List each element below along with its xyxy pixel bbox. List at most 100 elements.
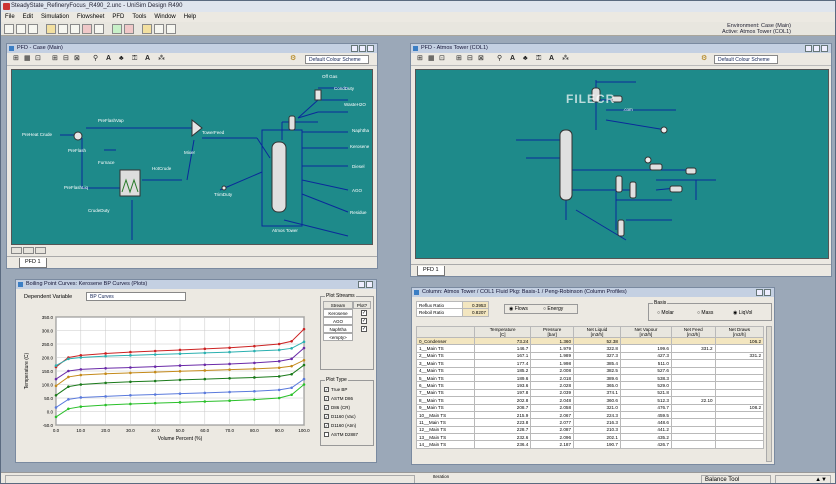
profile-value-cell[interactable] [619, 336, 672, 346]
stream-kerosene-checkbox[interactable]: ✓ [361, 310, 367, 316]
profile-value-cell[interactable] [714, 366, 765, 375]
profile-value-cell[interactable]: 215.9 [473, 410, 532, 420]
profile-value-cell[interactable] [714, 396, 765, 405]
condenser-drum[interactable] [288, 115, 296, 131]
profile-value-cell[interactable] [670, 418, 716, 427]
profile-value-cell[interactable]: 321.0 [573, 403, 621, 412]
profile-value-cell[interactable]: 216.3 [573, 418, 621, 427]
balance-tool[interactable]: Balance Tool [701, 475, 771, 483]
profile-value-cell[interactable]: 210.3 [573, 425, 621, 435]
zoom-all-icon[interactable]: ⊠ [478, 55, 484, 63]
layout-icon[interactable]: ⁂ [158, 55, 165, 63]
reboil-ratio-value[interactable]: 0.8207 [462, 308, 489, 317]
profile-value-cell[interactable]: 529.0 [619, 381, 672, 390]
close-button[interactable] [366, 281, 373, 288]
profile-value-cell[interactable] [670, 410, 716, 420]
profile-row[interactable]: 9__Main TS 208.7 2.058 321.0 476.7 108.2 [416, 403, 765, 412]
profile-value-cell[interactable]: 2.039 [530, 388, 574, 398]
profile-value-cell[interactable]: 224.3 [573, 410, 621, 420]
preflash-vessel[interactable] [73, 131, 83, 141]
dependent-variable-select[interactable]: BP Curves [86, 292, 186, 301]
profile-value-cell[interactable]: 177.4 [473, 359, 532, 368]
attach-mode-icon[interactable]: ⚿ [536, 55, 541, 63]
profile-value-cell[interactable]: 208.7 [473, 403, 532, 412]
layout-icon[interactable]: ⁂ [562, 55, 569, 63]
profile-value-cell[interactable]: 193.6 [473, 381, 532, 390]
menu-simulation[interactable]: Simulation [37, 12, 73, 22]
solver-active-icon[interactable] [112, 24, 122, 34]
solver-hold-icon[interactable] [124, 24, 134, 34]
stream-ago[interactable]: AGO [323, 317, 353, 325]
profile-value-cell[interactable]: 2.058 [530, 403, 574, 412]
close-button[interactable] [367, 45, 374, 52]
close-button[interactable] [764, 289, 771, 296]
stream-naphtha-checkbox[interactable]: ✓ [361, 326, 367, 332]
maximize-button[interactable] [358, 281, 365, 288]
atmos-tower-column[interactable] [271, 141, 287, 213]
pump-around-cooler[interactable] [649, 163, 663, 171]
profile-value-cell[interactable] [714, 344, 765, 353]
menu-pfd[interactable]: PFD [108, 12, 128, 22]
size-icon[interactable]: ▦ [428, 55, 435, 63]
close-button[interactable] [821, 45, 828, 52]
profile-value-cell[interactable] [670, 373, 716, 383]
profile-value-cell[interactable]: 108.2 [714, 403, 765, 412]
profile-value-cell[interactable]: 1.979 [530, 344, 574, 353]
basis-liqvol-radio[interactable]: ◉ LiqVol [733, 310, 752, 316]
magnify-icon[interactable]: ⚲ [93, 55, 98, 63]
profile-value-cell[interactable]: 389.6 [573, 373, 621, 383]
profile-value-cell[interactable]: 512.3 [619, 396, 672, 405]
colour-scheme-select[interactable]: Default Colour Scheme [305, 55, 369, 64]
plot-type-true-bp[interactable]: ✓ True BP [324, 386, 347, 393]
colour-scheme-select[interactable]: Default Colour Scheme [714, 55, 778, 64]
reactions-icon[interactable] [70, 24, 80, 34]
menu-tools[interactable]: Tools [128, 12, 150, 22]
profile-value-cell[interactable]: 2.048 [530, 396, 574, 405]
profile-row[interactable]: 1__Main TS 146.7 1.979 322.8 199.6 331.2 [416, 344, 765, 353]
checkbox-icon[interactable] [324, 432, 329, 438]
menu-help[interactable]: Help [180, 12, 200, 22]
basis-mass-radio[interactable]: ○ Mass [697, 310, 713, 316]
maximize-button[interactable] [813, 45, 820, 52]
profile-value-cell[interactable]: 538.3 [619, 373, 672, 383]
attach-mode-icon[interactable]: ⚿ [132, 55, 137, 63]
profile-value-cell[interactable]: 426.7 [619, 440, 672, 449]
minimize-button[interactable] [805, 45, 812, 52]
menu-file[interactable]: File [1, 12, 19, 22]
profile-value-cell[interactable]: 511.0 [619, 359, 672, 368]
menu-window[interactable]: Window [150, 12, 179, 22]
move-icon[interactable]: ⊞ [417, 55, 423, 63]
plot-type-astm-d2887[interactable]: ASTM D2887 [324, 431, 358, 438]
profile-value-cell[interactable] [714, 410, 765, 420]
profile-value-cell[interactable]: 73.24 [473, 336, 532, 346]
profile-value-cell[interactable]: 232.6 [473, 433, 532, 442]
profile-value-cell[interactable]: 52.38 [573, 336, 621, 346]
profile-value-cell[interactable]: 427.3 [619, 351, 672, 361]
profile-value-cell[interactable]: 146.7 [473, 344, 532, 353]
label-text-icon[interactable]: A [510, 55, 515, 63]
dynamics-icon[interactable] [154, 24, 164, 34]
profile-value-cell[interactable]: 374.1 [573, 388, 621, 398]
colour-scheme-icon[interactable]: ⚙ [701, 55, 707, 63]
flows-radio[interactable]: ◉ Flows [509, 305, 528, 314]
menu-flowsheet[interactable]: Flowsheet [73, 12, 108, 22]
profile-value-cell[interactable]: 2.187 [530, 440, 574, 449]
text-tool-icon[interactable]: A [145, 55, 150, 63]
profile-value-cell[interactable]: 202.1 [573, 433, 621, 442]
profile-value-cell[interactable] [714, 373, 765, 383]
plot-type-astm-d86[interactable]: ✓ ASTM D86 [324, 395, 353, 402]
checkbox-icon[interactable]: ✓ [324, 396, 329, 402]
profile-value-cell[interactable]: 459.5 [619, 410, 672, 420]
profile-value-cell[interactable]: 435.2 [619, 433, 672, 442]
tab-pfd1[interactable]: PFD 1 [417, 266, 445, 276]
profile-value-cell[interactable] [670, 351, 716, 361]
profile-value-cell[interactable] [714, 359, 765, 368]
profile-value-cell[interactable]: 365.0 [573, 381, 621, 390]
profile-value-cell[interactable] [670, 381, 716, 390]
profile-row[interactable]: 8__Main TS 202.8 2.048 360.6 512.3 22.10 [416, 396, 765, 405]
profile-row[interactable]: 6__Main TS 193.6 2.028 365.0 529.0 [416, 381, 765, 390]
nav-right-icon[interactable] [23, 247, 34, 254]
maximize-button[interactable] [359, 45, 366, 52]
checkbox-icon[interactable]: ✓ [324, 405, 329, 411]
profile-row[interactable]: 5__Main TS 189.6 2.018 389.6 538.3 [416, 373, 765, 383]
